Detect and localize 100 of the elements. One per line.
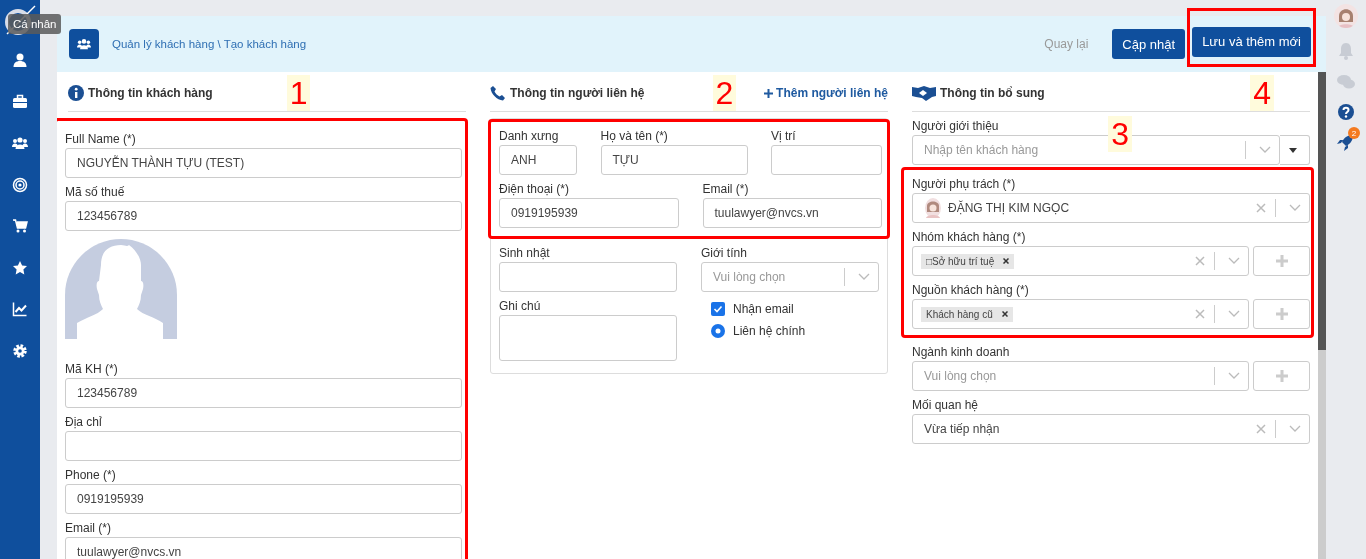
text-field[interactable]: NGUYỄN THÀNH TỰU (TEST)	[65, 148, 462, 178]
chat-icon[interactable]	[1337, 74, 1355, 90]
field-label: Người phụ trách (*)	[912, 177, 1017, 191]
update-button[interactable]: Cập nhật	[1112, 29, 1186, 59]
person-icon[interactable]	[12, 52, 28, 68]
text-field[interactable]: 123456789	[65, 378, 462, 408]
remove-icon[interactable]	[1003, 258, 1010, 264]
caret-icon	[1288, 147, 1297, 153]
tag-chip: Khách hàng cũ	[921, 306, 1013, 322]
text-field[interactable]: tuulawyer@nvcs.vn	[702, 198, 882, 228]
add-contact-link[interactable]: Thêm người liên hệ	[764, 86, 888, 100]
customers-icon	[69, 29, 99, 59]
field-label: Họ và tên (*)	[600, 129, 669, 143]
field-label: Danh xưng	[499, 129, 560, 143]
add-button[interactable]	[1253, 299, 1310, 329]
field-label: Ngành kinh doanh	[912, 345, 1011, 359]
select-placeholder: Vui lòng chọn	[713, 270, 786, 284]
chart-icon[interactable]	[12, 301, 28, 317]
clear-icon[interactable]	[1195, 309, 1205, 319]
info-icon	[68, 85, 84, 101]
clear-icon[interactable]	[1195, 256, 1205, 266]
text-field[interactable]: TỰU	[600, 145, 748, 175]
field-label: Nhóm khách hàng (*)	[912, 230, 1027, 244]
chevron-down-icon[interactable]	[1289, 204, 1301, 212]
people-icon[interactable]	[12, 135, 28, 151]
add-button[interactable]	[1253, 246, 1310, 276]
field-label: Giới tính	[701, 246, 748, 260]
user-avatar[interactable]	[1334, 4, 1358, 28]
briefcase-icon[interactable]	[12, 93, 28, 110]
field-label: Điện thoại (*)	[499, 182, 571, 196]
select-field[interactable]: □Sở hữu trí tuệ	[912, 246, 1249, 276]
annotation-number: 3	[1108, 116, 1132, 152]
field-label: Mối quan hệ	[912, 398, 980, 412]
text-field[interactable]	[771, 145, 882, 175]
text-field[interactable]: ANH	[499, 145, 577, 175]
settings-icon[interactable]	[12, 342, 28, 359]
field-label: Vị trí	[771, 129, 797, 143]
notes-field[interactable]	[499, 315, 677, 361]
phone-icon	[490, 85, 506, 101]
select-value: Vừa tiếp nhận	[924, 422, 1000, 436]
chevron-down-icon[interactable]	[1228, 257, 1240, 265]
scrollbar-thumb[interactable]	[1318, 72, 1326, 350]
breadcrumb: Quản lý khách hàng \ Tạo khách hàng	[112, 38, 307, 50]
field-label: Phone (*)	[65, 468, 117, 482]
field-label: Email (*)	[65, 521, 112, 535]
user-avatar	[924, 197, 942, 219]
section-title: Thông tin người liên hệ	[510, 86, 645, 100]
chevron-down-icon[interactable]	[1228, 310, 1240, 318]
field-label: Nguồn khách hàng (*)	[912, 283, 1030, 297]
annotation-number: 1	[286, 75, 311, 111]
dropdown-button[interactable]	[1280, 135, 1310, 165]
clear-icon[interactable]	[1256, 424, 1266, 434]
rocket-icon[interactable]	[1336, 134, 1354, 152]
bell-icon[interactable]	[1338, 42, 1354, 60]
field-label: Địa chỉ	[65, 415, 103, 429]
field-label: Full Name (*)	[65, 132, 137, 146]
checkbox[interactable]	[711, 302, 725, 316]
text-field[interactable]	[65, 431, 462, 461]
plus-icon	[1274, 369, 1289, 383]
select-field[interactable]: ĐẶNG THỊ KIM NGỌC	[912, 193, 1310, 223]
cart-icon[interactable]	[12, 218, 28, 234]
field-label: Sinh nhật	[499, 246, 551, 260]
text-field[interactable]	[499, 262, 677, 292]
text-field[interactable]: 0919195939	[65, 484, 462, 514]
target-icon[interactable]	[12, 176, 28, 193]
checkbox-label: Nhận email	[733, 302, 794, 316]
text-field[interactable]: 0919195939	[499, 198, 679, 228]
annotation-number: 4	[1250, 75, 1274, 111]
remove-icon[interactable]	[1001, 311, 1008, 317]
select-field[interactable]: Vừa tiếp nhận	[912, 414, 1310, 444]
save-and-new-button[interactable]: Lưu và thêm mới	[1192, 26, 1311, 57]
select-value: ĐẶNG THỊ KIM NGỌC	[948, 201, 1070, 215]
field-label: Email (*)	[702, 182, 750, 196]
chevron-down-icon[interactable]	[1289, 425, 1301, 433]
select-placeholder: Vui lòng chọn	[924, 369, 997, 383]
help-icon[interactable]	[1338, 104, 1354, 120]
select-field[interactable]: Khách hàng cũ	[912, 299, 1249, 329]
tooltip: Cá nhân	[8, 14, 62, 34]
clear-icon[interactable]	[1256, 203, 1266, 213]
tag-chip: □Sở hữu trí tuệ	[921, 253, 1015, 269]
plus-icon	[1274, 254, 1289, 268]
chevron-down-icon[interactable]	[1228, 372, 1240, 380]
field-label: Ghi chú	[499, 299, 542, 313]
text-field[interactable]: 123456789	[65, 201, 462, 231]
section-title: Thông tin khách hàng	[88, 86, 213, 100]
field-label: Mã KH (*)	[65, 362, 119, 376]
radio-button[interactable]	[711, 324, 725, 338]
text-field[interactable]: tuulawyer@nvcs.vn	[65, 537, 462, 559]
add-button[interactable]	[1253, 361, 1310, 391]
radio-label: Liên hệ chính	[733, 324, 806, 338]
plus-icon	[1274, 307, 1289, 321]
chevron-down-icon[interactable]	[858, 273, 870, 281]
select-placeholder: Nhập tên khách hàng	[924, 143, 1039, 157]
field-label: Mã số thuế	[65, 185, 126, 199]
plus-icon	[764, 88, 774, 98]
star-icon[interactable]	[12, 259, 28, 276]
section-title: Thông tin bổ sung	[940, 86, 1045, 100]
annotation-number: 2	[712, 75, 737, 111]
notification-badge: 2	[1348, 127, 1360, 139]
chevron-down-icon[interactable]	[1259, 146, 1271, 154]
